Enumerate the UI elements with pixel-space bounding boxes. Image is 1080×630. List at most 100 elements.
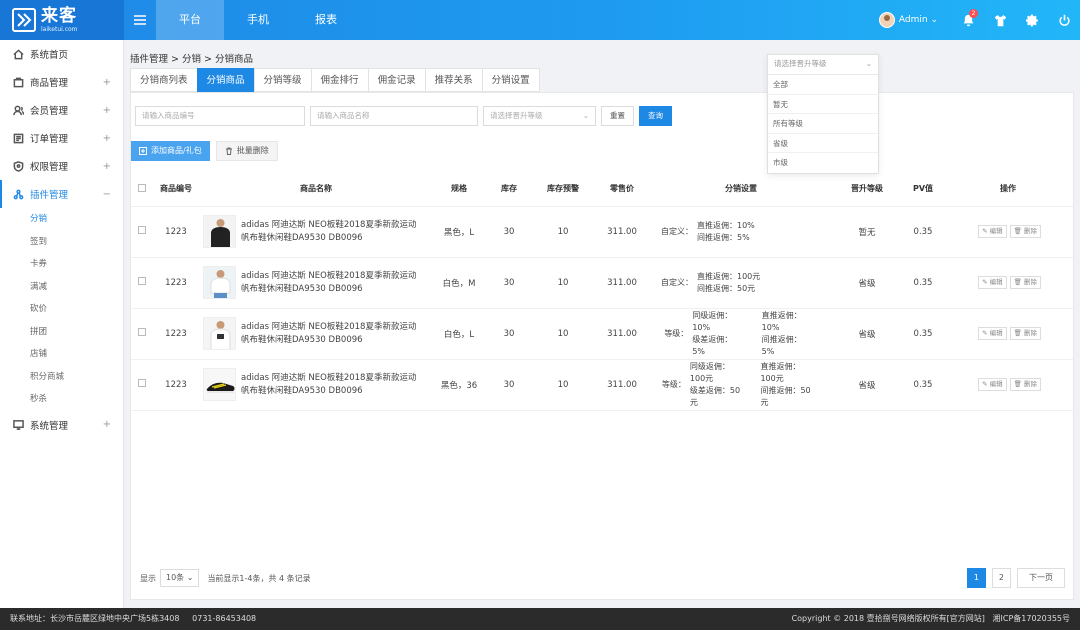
tab-referral[interactable]: 推荐关系	[424, 68, 482, 92]
edit-button[interactable]: ✎ 编辑	[978, 276, 1007, 289]
batch-delete-button[interactable]: 批量删除	[215, 141, 278, 161]
bell-icon[interactable]: 2	[952, 0, 984, 40]
sidebar-item-goods[interactable]: 商品管理 +	[0, 68, 123, 96]
goods-stock: 30	[485, 257, 533, 309]
sidebar-item-order[interactable]: 订单管理 +	[0, 124, 123, 152]
edit-button[interactable]: ✎ 编辑	[978, 225, 1007, 238]
goods-spec: 白色，L	[433, 308, 485, 360]
goods-thumbnail[interactable]	[203, 368, 236, 401]
level-option[interactable]: 市级	[768, 153, 878, 173]
sidebar-item-member[interactable]: 会员管理 +	[0, 96, 123, 124]
sidebar-item-permission[interactable]: 权限管理 +	[0, 152, 123, 180]
level-select[interactable]: 请选择晋升等级 ⌄	[483, 106, 596, 126]
reset-button[interactable]: 重置	[601, 106, 634, 126]
sidebar-item-system[interactable]: 系统管理 +	[0, 411, 123, 439]
submenu-coupon[interactable]: 卡券	[0, 253, 123, 276]
distribution-line: 直推返佣：100元	[697, 271, 761, 281]
edit-button[interactable]: ✎ 编辑	[978, 378, 1007, 391]
goods-name[interactable]: adidas 阿迪达斯 NEO板鞋2018夏季新款运动帆布鞋休闲鞋DA9530 …	[241, 270, 421, 296]
row-checkbox[interactable]	[138, 379, 146, 387]
submenu-distribution[interactable]: 分销	[0, 208, 123, 231]
sidebar-item-plugin[interactable]: 插件管理 −	[0, 180, 123, 208]
distribution-mode: 自定义：	[661, 277, 693, 287]
level-dropdown[interactable]: 请选择晋升等级 ⌄ 全部 暂无 所有等级 省级 市级	[767, 54, 879, 174]
top-nav-report[interactable]: 报表	[292, 0, 360, 40]
sidebar-item-label: 系统首页	[30, 50, 69, 61]
logo[interactable]: 来客 laiketui.com	[0, 0, 124, 40]
page-2-button[interactable]: 2	[991, 568, 1011, 588]
distribution-line: 间推返佣：5%	[697, 232, 750, 242]
distribution-line: 直推返佣：10%	[697, 220, 755, 230]
distribution-line: 直推返佣：100元	[760, 361, 801, 383]
menu-toggle-icon[interactable]	[124, 0, 156, 40]
goods-thumbnail[interactable]	[203, 266, 236, 299]
main-content: 插件管理 > 分销 > 分销商品 分销商列表 分销商品 分销等级 佣金排行 佣金…	[124, 40, 1080, 608]
edit-button[interactable]: ✎ 编辑	[978, 327, 1007, 340]
next-page-button[interactable]: 下一页	[1017, 568, 1065, 588]
level-option[interactable]: 省级	[768, 134, 878, 153]
select-all-checkbox[interactable]	[138, 183, 146, 192]
table-row: 1223 adidas 阿迪达斯 NEO板鞋2018夏季新款运动帆布鞋休闲鞋DA…	[131, 308, 1073, 360]
submenu-discount[interactable]: 满减	[0, 276, 123, 299]
member-icon	[13, 105, 24, 115]
goods-name-input[interactable]: 请输入商品名称	[310, 106, 478, 126]
top-nav-platform[interactable]: 平台	[156, 0, 224, 40]
tab-distribution-settings[interactable]: 分销设置	[481, 68, 540, 92]
goods-icon	[13, 77, 24, 87]
goods-name[interactable]: adidas 阿迪达斯 NEO板鞋2018夏季新款运动帆布鞋休闲鞋DA9530 …	[241, 219, 421, 245]
power-icon[interactable]	[1048, 0, 1080, 40]
col-spec: 规格	[433, 172, 485, 207]
distribution-line: 间推返佣：5%	[761, 334, 802, 356]
content-panel: 请输入商品编号 请输入商品名称 请选择晋升等级 ⌄ 重置 查询 添加商品/礼包 …	[130, 92, 1074, 600]
expand-icon: +	[102, 76, 111, 88]
shirt-icon[interactable]	[984, 0, 1016, 40]
action-bar: 添加商品/礼包 批量删除	[131, 141, 278, 161]
sidebar-item-label: 商品管理	[30, 78, 69, 89]
distribution-settings: 自定义： 直推返佣：10% 间推返佣：5%	[651, 220, 831, 244]
table-row: 1223 adidas 阿迪达斯 NEO板鞋2018夏季新款运动帆布鞋休闲鞋DA…	[131, 257, 1073, 309]
submenu-checkin[interactable]: 签到	[0, 231, 123, 254]
tab-commission-record[interactable]: 佣金记录	[367, 68, 425, 92]
delete-button[interactable]: 🗑 删除	[1009, 225, 1041, 238]
add-goods-button[interactable]: 添加商品/礼包	[131, 141, 210, 161]
delete-button[interactable]: 🗑 删除	[1009, 378, 1041, 391]
page-size-select[interactable]: 10条 ⌄	[160, 569, 200, 587]
pv-value: 0.35	[903, 206, 943, 258]
row-checkbox[interactable]	[138, 277, 146, 285]
stock-warning: 10	[533, 206, 593, 258]
promotion-level: 省级	[831, 257, 903, 309]
goods-name[interactable]: adidas 阿迪达斯 NEO板鞋2018夏季新款运动帆布鞋休闲鞋DA9530 …	[241, 321, 421, 347]
system-icon	[13, 420, 24, 430]
goods-thumbnail[interactable]	[203, 317, 236, 350]
level-option[interactable]: 全部	[768, 75, 878, 95]
delete-button[interactable]: 🗑 删除	[1009, 276, 1041, 289]
submenu-points-mall[interactable]: 积分商城	[0, 366, 123, 389]
submenu-flash-sale[interactable]: 秒杀	[0, 388, 123, 411]
goods-code-input[interactable]: 请输入商品编号	[135, 106, 305, 126]
user-menu[interactable]: Admin ⌄	[878, 12, 938, 28]
tab-distribution-level[interactable]: 分销等级	[253, 68, 311, 92]
tab-distribution-goods[interactable]: 分销商品	[196, 68, 254, 92]
goods-thumbnail[interactable]	[203, 215, 236, 248]
level-option[interactable]: 所有等级	[768, 114, 878, 134]
tab-commission-rank[interactable]: 佣金排行	[310, 68, 368, 92]
row-checkbox[interactable]	[138, 226, 146, 234]
submenu-bargain[interactable]: 砍价	[0, 298, 123, 321]
expand-icon: +	[102, 104, 111, 116]
delete-button[interactable]: 🗑 删除	[1009, 327, 1041, 340]
edit-icon: ✎	[982, 329, 988, 337]
search-button[interactable]: 查询	[639, 106, 672, 126]
page-1-button[interactable]: 1	[966, 568, 986, 588]
level-option[interactable]: 暂无	[768, 95, 878, 114]
row-checkbox[interactable]	[138, 328, 146, 336]
top-right-tools: Admin ⌄ 2	[878, 0, 1080, 40]
goods-name[interactable]: adidas 阿迪达斯 NEO板鞋2018夏季新款运动帆布鞋休闲鞋DA9530 …	[241, 372, 421, 398]
sidebar-item-home[interactable]: 系统首页	[0, 40, 123, 68]
tab-bar: 分销商列表 分销商品 分销等级 佣金排行 佣金记录 推荐关系 分销设置	[130, 68, 540, 92]
level-dropdown-head[interactable]: 请选择晋升等级 ⌄	[768, 55, 878, 75]
submenu-group-buy[interactable]: 拼团	[0, 321, 123, 344]
top-nav-mobile[interactable]: 手机	[224, 0, 292, 40]
tab-distributor-list[interactable]: 分销商列表	[130, 68, 197, 92]
gear-icon[interactable]	[1016, 0, 1048, 40]
submenu-store[interactable]: 店铺	[0, 343, 123, 366]
